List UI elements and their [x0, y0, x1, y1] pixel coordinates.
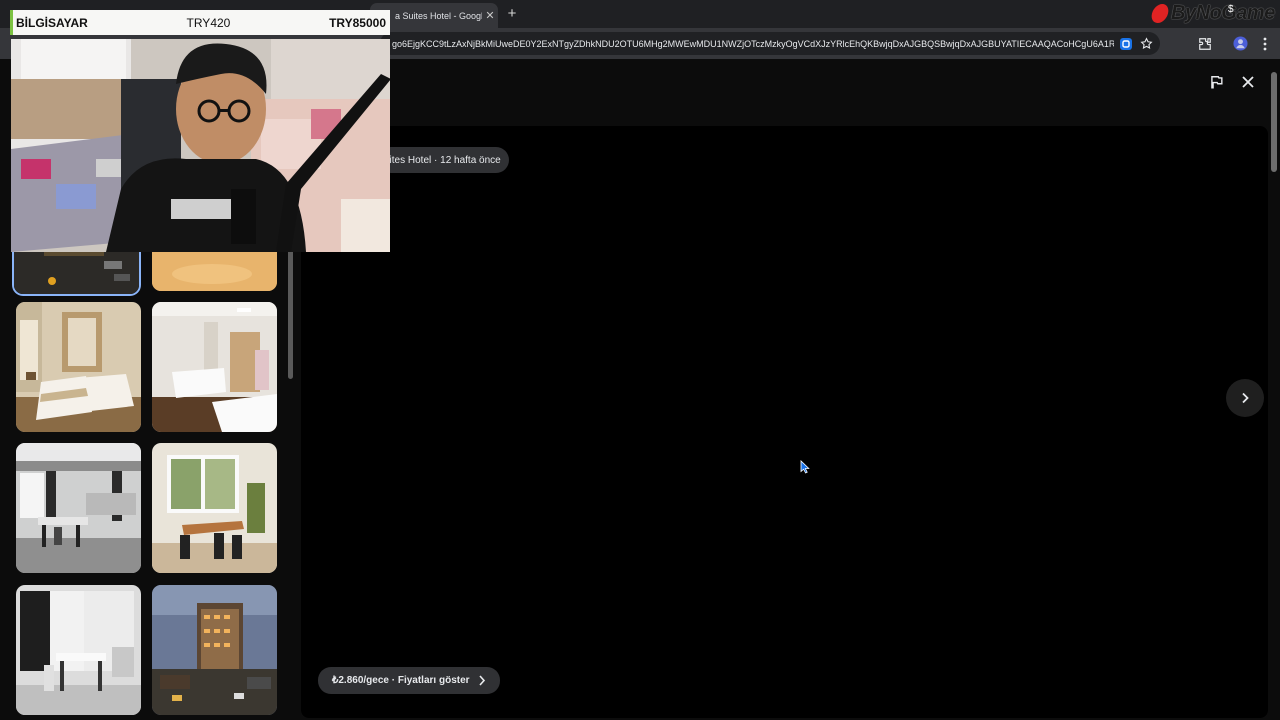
photo-thumbnail[interactable] — [16, 585, 141, 715]
url-text[interactable]: go6EjgKCC9tLzAxNjBkMiUweDE0Y2ExNTgyZDhkN… — [392, 39, 1114, 49]
photo-thumbnail[interactable] — [16, 302, 141, 432]
chevron-right-icon — [1242, 392, 1249, 404]
address-bar[interactable]: go6EjgKCC9tLzAxNjBkMiUweDE0Y2ExNTgyZDhkN… — [380, 32, 1160, 55]
webcam-overlay — [11, 39, 390, 252]
next-image-button[interactable] — [1226, 379, 1264, 417]
screen: a Suites Hotel - Google ✕ + ByNoGame $ g… — [0, 0, 1280, 720]
tab-title: a Suites Hotel - Google — [395, 10, 482, 21]
brand-mark-icon — [1149, 4, 1171, 23]
tab-close-icon[interactable]: ✕ — [482, 9, 498, 22]
new-tab-icon[interactable]: + — [504, 4, 520, 24]
ticker-label: BİLGİSAYAR — [16, 15, 88, 30]
bookmark-star-icon[interactable] — [1138, 36, 1154, 52]
profile-avatar-icon[interactable] — [1232, 35, 1249, 52]
photo-thumbnail[interactable] — [152, 302, 277, 432]
extensions-icon[interactable] — [1196, 35, 1213, 52]
source-chip[interactable]: uites Hotel · 12 hafta önce — [378, 147, 509, 173]
mouse-cursor-icon — [800, 460, 810, 474]
ticker-middle-value: TRY420 — [186, 15, 231, 30]
brand-extra: $ — [1228, 4, 1234, 15]
price-text: ₺2.860/gece · Fiyatları göster — [332, 675, 470, 686]
stream-price-ticker: BİLGİSAYAR TRY420 TRY85000 — [10, 10, 390, 35]
photo-thumbnail[interactable] — [16, 443, 141, 573]
google-lens-icon[interactable] — [1118, 36, 1134, 52]
image-viewer[interactable] — [301, 126, 1268, 718]
thumbnail-scrollbar[interactable] — [288, 239, 293, 379]
chevron-right-icon — [478, 675, 485, 686]
price-button[interactable]: ₺2.860/gece · Fiyatları göster — [318, 667, 500, 694]
brand-text: ByNoGame — [1171, 2, 1275, 24]
photo-thumbnail[interactable] — [152, 585, 277, 715]
page-scrollbar[interactable] — [1271, 72, 1277, 172]
ticker-right-value: TRY85000 — [329, 15, 386, 30]
report-flag-icon[interactable] — [1206, 72, 1226, 92]
brand-logo: ByNoGame — [1149, 1, 1275, 26]
close-icon[interactable] — [1238, 72, 1258, 92]
photo-thumbnail[interactable] — [152, 443, 277, 573]
menu-kebab-icon[interactable] — [1256, 35, 1273, 52]
